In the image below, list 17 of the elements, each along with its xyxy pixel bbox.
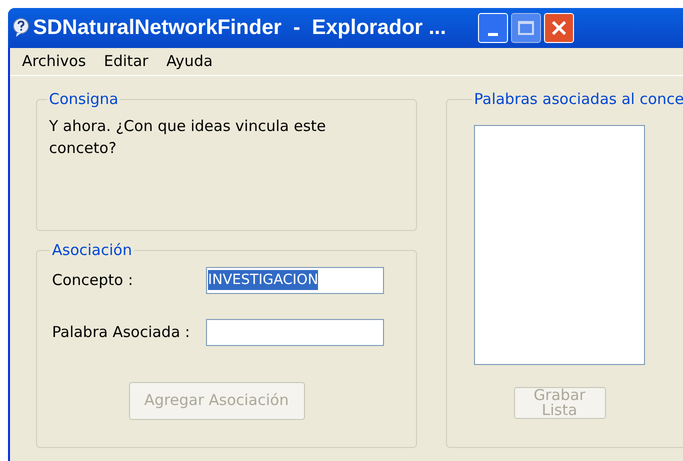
group-title: Palabras asociadas al conce [473,89,683,110]
close-icon [550,19,568,37]
close-button[interactable] [544,13,574,43]
field-label: Palabra Asociada : [52,322,191,343]
maximize-button[interactable] [511,13,542,43]
input-field[interactable] [206,318,384,346]
group-title: Consigna [48,89,120,110]
menu-item[interactable]: Archivos [22,50,86,73]
window-title: SDNaturalNetworkFinder - Explorador ... [33,15,446,42]
minimize-button[interactable] [478,13,508,43]
input-field[interactable]: INVESTIGACION [206,266,384,294]
instruction-text: Y ahora. ¿Con que ideas vincula este conceto? [49,116,327,158]
field-label: Concepto : [52,270,134,291]
group-title: Asociación [51,240,133,261]
menu-item[interactable]: Editar [104,50,148,73]
help-icon [12,18,30,38]
menu-item[interactable]: Ayuda [166,50,213,73]
